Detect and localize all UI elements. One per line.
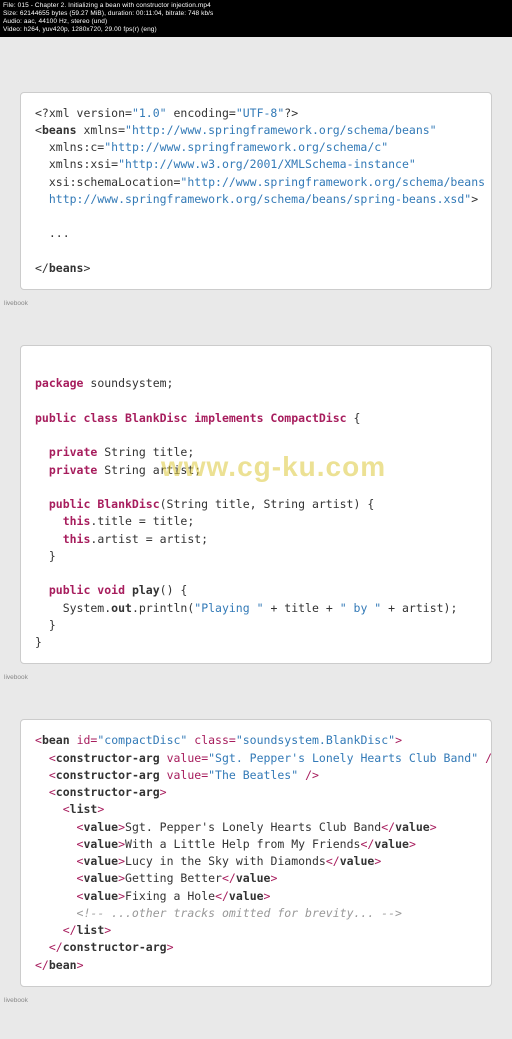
meta-video: Video: h264, yuv420p, 1280x720, 29.00 fp… [3,26,157,33]
badge-2: livebook [4,674,512,681]
code-block-java-class: www.cg-ku.compackage soundsystem; public… [20,345,492,664]
meta-audio: Audio: aac, 44100 Hz, stereo (und) [3,18,107,25]
badge-1: livebook [4,300,512,307]
code-block-xml-bean: <bean id="compactDisc" class="soundsyste… [20,719,492,987]
video-metadata-bar: File: 015 - Chapter 2. Initializing a be… [0,0,512,37]
badge-3: livebook [4,997,512,1004]
meta-size: Size: 62144655 bytes (59.27 MiB), durati… [3,10,213,17]
code-block-xml-config: <?xml version="1.0" encoding="UTF-8"?> <… [20,92,492,291]
meta-file: File: 015 - Chapter 2. Initializing a be… [3,2,211,9]
